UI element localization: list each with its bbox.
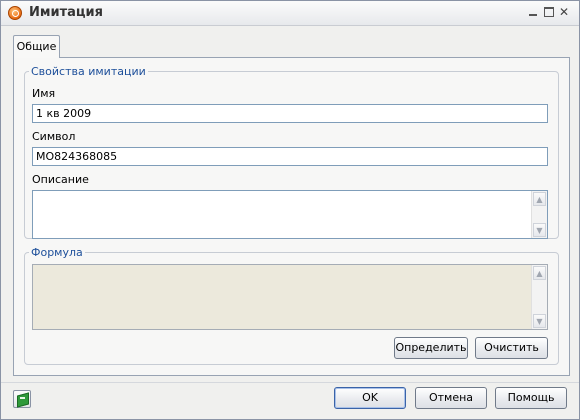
clear-button[interactable]: Очистить: [475, 337, 548, 359]
scroll-up-icon[interactable]: ▲: [533, 266, 546, 280]
close-icon[interactable]: ✕: [558, 6, 570, 18]
maximize-icon[interactable]: [543, 6, 555, 18]
formula-group: Формула ▲ ▼ Определить Очистить: [24, 246, 559, 365]
footer-divider: [1, 382, 579, 383]
symbol-label: Символ: [32, 130, 76, 143]
name-label: Имя: [32, 87, 56, 100]
name-field[interactable]: 1 кв 2009: [32, 104, 548, 123]
tab-general[interactable]: Общие: [13, 35, 60, 58]
help-button[interactable]: Помощь: [495, 387, 567, 409]
help-book-icon[interactable]: [13, 390, 31, 408]
cancel-button[interactable]: Отмена: [415, 387, 487, 409]
app-icon: [8, 6, 22, 20]
define-button[interactable]: Определить: [394, 337, 468, 359]
scroll-down-icon[interactable]: ▼: [533, 314, 546, 328]
properties-legend: Свойства имитации: [31, 65, 146, 78]
simulation-dialog: Имитация ✕ Общие Свойства имитации Имя 1…: [0, 0, 580, 420]
symbol-field[interactable]: MO824368085: [32, 147, 548, 166]
properties-group: Свойства имитации Имя 1 кв 2009 Символ M…: [24, 65, 559, 239]
window-title: Имитация: [29, 5, 104, 20]
formula-legend: Формула: [31, 246, 83, 259]
description-scrollbar[interactable]: ▲ ▼: [531, 191, 547, 238]
description-textarea[interactable]: ▲ ▼: [32, 190, 548, 239]
scroll-up-icon[interactable]: ▲: [533, 192, 546, 206]
ok-button[interactable]: OK: [334, 387, 406, 409]
formula-textarea[interactable]: ▲ ▼: [32, 264, 548, 330]
description-label: Описание: [32, 173, 89, 186]
minimize-icon[interactable]: [527, 6, 539, 18]
tab-panel-general: Свойства имитации Имя 1 кв 2009 Символ M…: [13, 57, 570, 376]
title-bar[interactable]: Имитация ✕: [1, 1, 579, 26]
scroll-down-icon[interactable]: ▼: [533, 223, 546, 237]
formula-scrollbar[interactable]: ▲ ▼: [531, 265, 547, 329]
